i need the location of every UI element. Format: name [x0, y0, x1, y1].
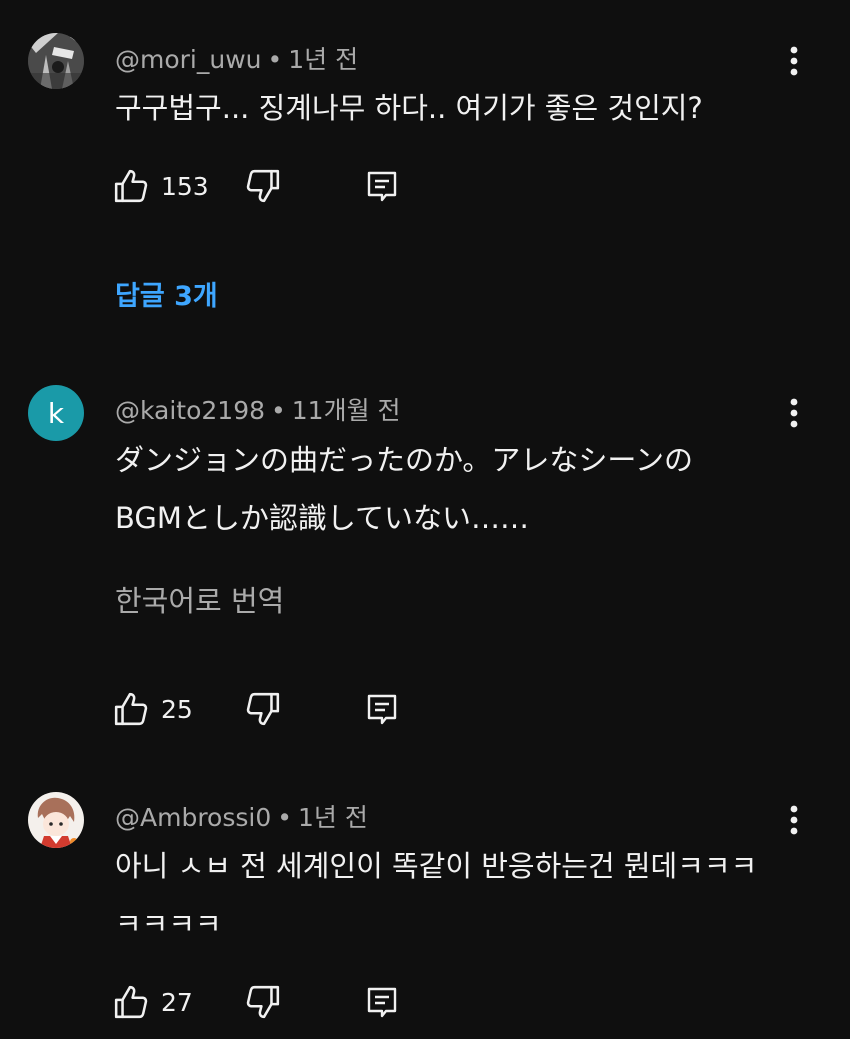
avatar[interactable] [28, 33, 84, 89]
comment-meta: @Ambrossi0 • 1년 전 [115, 798, 368, 834]
comment-text: 구구법구... 징계나무 하다.. 여기가 좋은 것인지? [115, 80, 805, 136]
author-name[interactable]: @Ambrossi0 [115, 803, 271, 832]
more-vertical-icon[interactable] [778, 393, 810, 433]
like-button[interactable]: 27 [113, 982, 193, 1022]
avatar[interactable] [28, 792, 84, 848]
avatar-image-icon [28, 33, 84, 89]
dislike-button[interactable] [245, 689, 281, 729]
like-count: 153 [161, 171, 209, 201]
reply-button[interactable] [365, 982, 399, 1022]
comment-actions: 25 [113, 689, 433, 729]
comment-actions: 153 [113, 166, 433, 206]
avatar-anime-character-icon [28, 792, 84, 848]
dislike-button[interactable] [245, 166, 281, 206]
like-count: 27 [161, 987, 193, 1017]
comment-text-line: 구구법구... 징계나무 하다.. 여기가 좋은 것인지? [115, 91, 703, 125]
comment-text: 아니 ㅅㅂ 전 세계인이 똑같이 반응하는건 뭔데ㅋㅋㅋ ㅋㅋㅋㅋ [115, 838, 805, 952]
meta-separator: • [271, 396, 286, 425]
comment-text-line: 아니 ㅅㅂ 전 세계인이 똑같이 반응하는건 뭔데ㅋㅋㅋ [115, 849, 758, 883]
avatar-letter: k [47, 396, 65, 430]
view-replies-link[interactable]: 답글 3개 [115, 274, 218, 313]
comment-text-line: BGMとしか認識していない…… [115, 501, 530, 535]
comment-time[interactable]: 1년 전 [288, 45, 358, 74]
like-count: 25 [161, 694, 193, 724]
reply-icon [365, 692, 399, 726]
thumbs-down-icon [245, 984, 281, 1020]
comment-text-line: ㅋㅋㅋㅋ [115, 907, 222, 941]
thumbs-down-icon [245, 168, 281, 204]
like-button[interactable]: 25 [113, 689, 193, 729]
reply-button[interactable] [365, 166, 399, 206]
comment-meta: @mori_uwu • 1년 전 [115, 40, 358, 76]
like-button[interactable]: 153 [113, 166, 209, 206]
reply-button[interactable] [365, 689, 399, 729]
more-vertical-icon[interactable] [778, 800, 810, 840]
more-vertical-icon[interactable] [778, 41, 810, 81]
thumbs-up-icon [113, 691, 149, 727]
author-name[interactable]: @mori_uwu [115, 45, 262, 74]
comment-time[interactable]: 1년 전 [298, 803, 368, 832]
author-name[interactable]: @kaito2198 [115, 396, 265, 425]
comment-time[interactable]: 11개월 전 [292, 396, 401, 425]
meta-separator: • [277, 803, 292, 832]
avatar[interactable]: k [28, 385, 84, 441]
thumbs-down-icon [245, 691, 281, 727]
thumbs-up-icon [113, 168, 149, 204]
meta-separator: • [267, 45, 283, 74]
reply-icon [365, 985, 399, 1019]
comment-text: ダンジョンの曲だったのか。アレなシーンの BGMとしか認識していない…… [115, 432, 805, 546]
translate-link[interactable]: 한국어로 번역 [115, 578, 284, 620]
comment-actions: 27 [113, 982, 433, 1022]
comment-text-line: ダンジョンの曲だったのか。アレなシーンの [115, 443, 693, 477]
comment-meta: @kaito2198 • 11개월 전 [115, 391, 401, 427]
reply-icon [365, 169, 399, 203]
dislike-button[interactable] [245, 982, 281, 1022]
thumbs-up-icon [113, 984, 149, 1020]
